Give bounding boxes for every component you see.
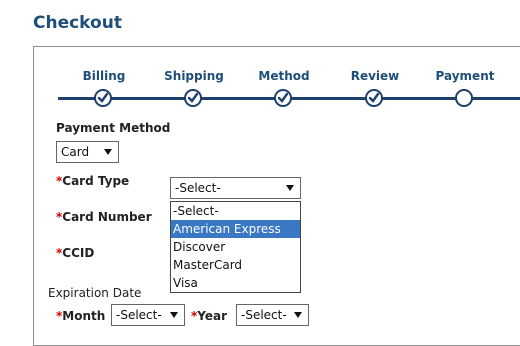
chevron-down-icon bbox=[104, 149, 112, 155]
step-shipping-check-icon bbox=[184, 89, 202, 107]
year-label: *Year bbox=[191, 309, 227, 323]
step-label-payment: Payment bbox=[435, 69, 495, 83]
card-number-label-text: Card Number bbox=[62, 210, 152, 224]
chevron-down-icon bbox=[170, 312, 178, 318]
card-type-option-highlighted[interactable]: American Express bbox=[171, 220, 300, 238]
month-label-text: Month bbox=[62, 309, 106, 323]
step-label-shipping: Shipping bbox=[164, 69, 224, 83]
payment-method-select[interactable]: Card bbox=[56, 141, 119, 163]
chevron-down-icon bbox=[294, 312, 302, 318]
card-type-dropdown-list: -Select- American Express Discover Maste… bbox=[170, 201, 301, 293]
card-type-option[interactable]: Discover bbox=[171, 238, 300, 256]
card-type-label-text: Card Type bbox=[62, 174, 130, 188]
step-label-method: Method bbox=[258, 69, 310, 83]
card-type-option[interactable]: Visa bbox=[171, 274, 300, 292]
step-billing-check-icon bbox=[94, 89, 112, 107]
month-label: *Month bbox=[56, 309, 105, 323]
ccid-label: *CCID bbox=[56, 246, 94, 260]
card-number-label: *Card Number bbox=[56, 210, 152, 224]
expiration-date-label: Expiration Date bbox=[48, 286, 142, 300]
page-title: Checkout bbox=[33, 13, 122, 33]
card-type-label: *Card Type bbox=[56, 174, 129, 188]
card-type-option[interactable]: MasterCard bbox=[171, 256, 300, 274]
step-payment-current-icon bbox=[455, 89, 473, 107]
card-type-select[interactable]: -Select- bbox=[170, 177, 301, 199]
step-label-billing: Billing bbox=[82, 69, 126, 83]
month-select[interactable]: -Select- bbox=[111, 304, 185, 326]
step-method-check-icon bbox=[274, 89, 292, 107]
year-label-text: Year bbox=[197, 309, 228, 323]
step-label-review: Review bbox=[350, 69, 400, 83]
month-value: -Select- bbox=[116, 308, 162, 322]
ccid-label-text: CCID bbox=[62, 246, 95, 260]
payment-method-label: Payment Method bbox=[56, 121, 171, 135]
chevron-down-icon bbox=[286, 185, 294, 191]
payment-method-value: Card bbox=[61, 145, 90, 159]
card-type-option[interactable]: -Select- bbox=[171, 202, 300, 220]
card-type-value: -Select- bbox=[175, 181, 221, 195]
year-select[interactable]: -Select- bbox=[236, 304, 309, 326]
step-review-check-icon bbox=[365, 89, 383, 107]
year-value: -Select- bbox=[241, 308, 287, 322]
